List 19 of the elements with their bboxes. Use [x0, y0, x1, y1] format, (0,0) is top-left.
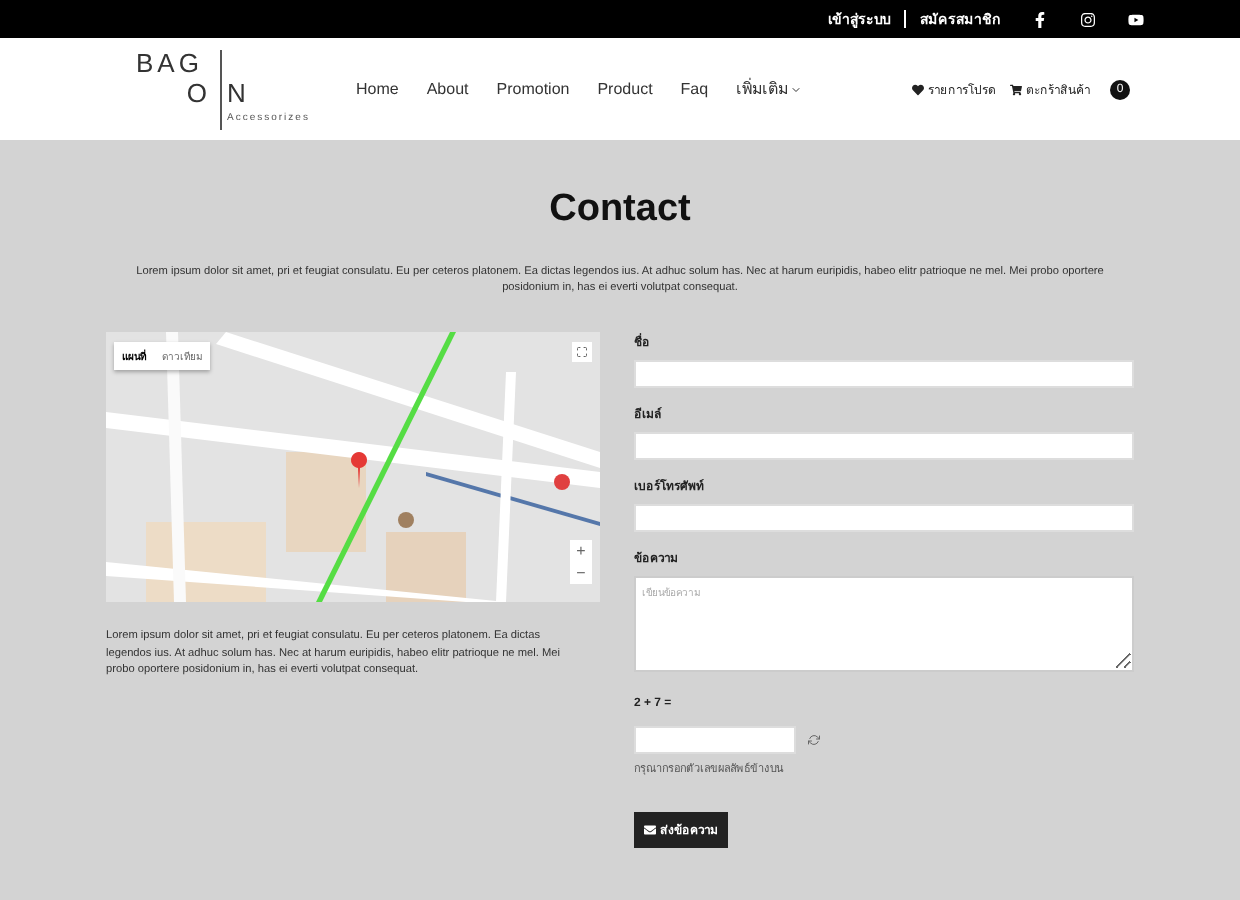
page-title: Contact [547, 188, 693, 232]
input-field[interactable] [634, 360, 1134, 389]
refresh-icon[interactable] [808, 734, 820, 747]
cart-icon [1010, 83, 1022, 95]
nav-link[interactable]: Home [356, 76, 399, 102]
facebook-icon[interactable] [1032, 11, 1048, 27]
input-field[interactable] [634, 504, 1134, 533]
nav-link[interactable]: Promotion [496, 76, 570, 102]
envelope-icon [644, 824, 656, 837]
input-field[interactable] [634, 432, 1134, 461]
nav-link[interactable]: Product [597, 76, 653, 102]
heart-icon [912, 83, 924, 95]
captcha-field[interactable] [634, 726, 796, 755]
fullscreen-icon[interactable] [572, 342, 592, 363]
instagram-icon[interactable] [1080, 11, 1096, 27]
nav-link[interactable]: Faq [680, 76, 709, 102]
nav-link[interactable]: About [426, 76, 469, 102]
youtube-icon[interactable] [1128, 11, 1144, 27]
nav-link[interactable]: เพิ่มเติม [736, 76, 803, 102]
